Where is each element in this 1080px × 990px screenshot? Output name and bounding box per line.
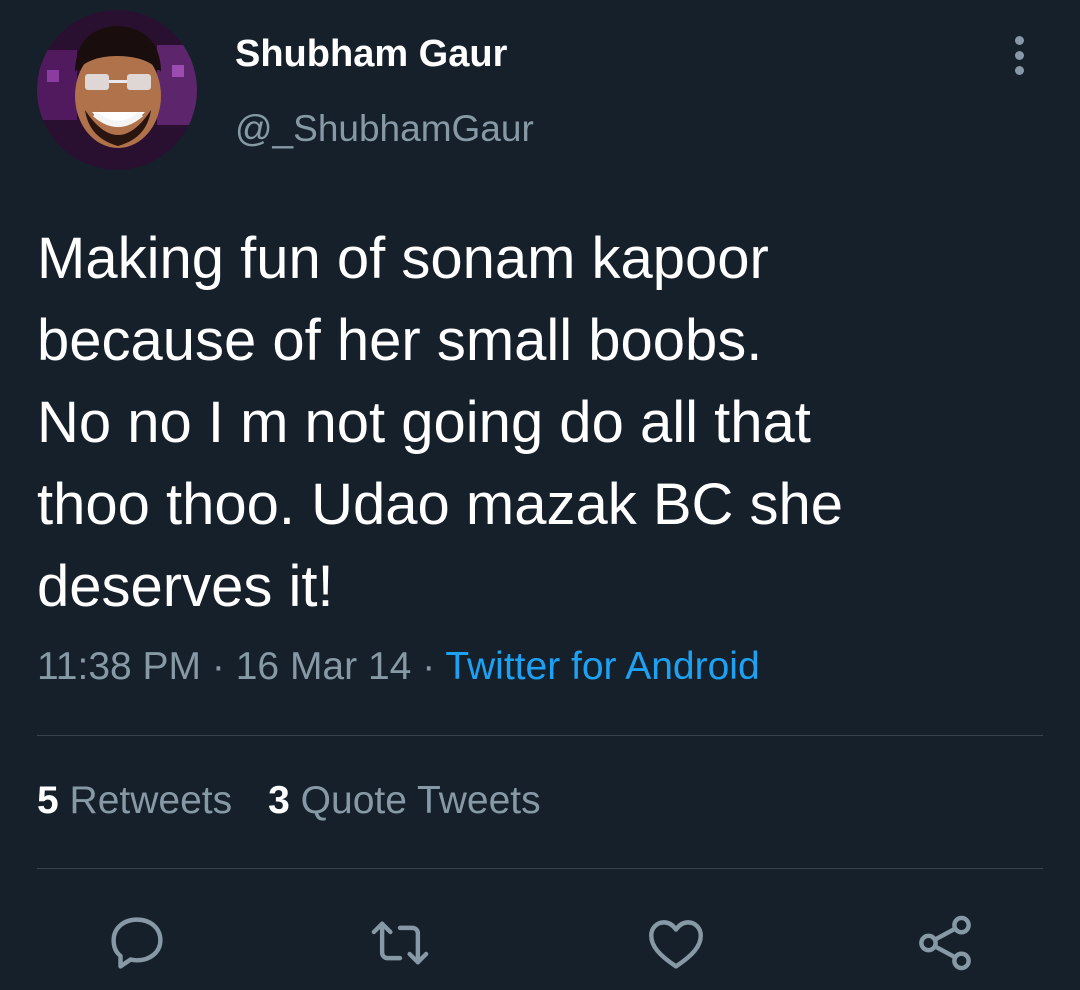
retweets-count: 5 [37, 779, 59, 822]
quote-tweets-label: Quote Tweets [300, 779, 541, 822]
tweet-source-link[interactable]: Twitter for Android [445, 645, 759, 688]
like-button[interactable] [643, 910, 709, 976]
meta-separator: · [422, 645, 436, 688]
tweet-date[interactable]: 16 Mar 14 [236, 645, 412, 688]
tweet-time[interactable]: 11:38 PM [37, 645, 201, 688]
tweet-meta: 11:38 PM · 16 Mar 14 · Twitter for Andro… [37, 645, 760, 689]
share-icon [919, 915, 971, 971]
more-dots-icon [1015, 36, 1024, 45]
retweet-icon [371, 921, 429, 965]
divider [37, 868, 1043, 869]
retweet-button[interactable] [367, 910, 433, 976]
reply-icon [111, 917, 163, 969]
meta-separator: · [211, 645, 225, 688]
tweet-text: Making fun of sonam kapoor because of he… [37, 226, 844, 619]
retweets-label: Retweets [69, 779, 233, 822]
quote-tweets-stat[interactable]: 3 Quote Tweets [268, 779, 540, 822]
author-display-name[interactable]: Shubham Gaur [235, 33, 507, 76]
like-icon [649, 920, 703, 969]
retweets-stat[interactable]: 5 Retweets [37, 779, 232, 822]
tweet-stats: 5 Retweets 3 Quote Tweets [37, 779, 577, 823]
more-options-button[interactable] [1000, 34, 1040, 78]
author-handle[interactable]: @_ShubhamGaur [235, 108, 534, 150]
avatar-image [37, 10, 197, 170]
divider [37, 735, 1043, 736]
quote-tweets-count: 3 [268, 779, 290, 822]
avatar[interactable] [37, 10, 197, 170]
share-button[interactable] [912, 910, 978, 976]
reply-button[interactable] [104, 910, 170, 976]
